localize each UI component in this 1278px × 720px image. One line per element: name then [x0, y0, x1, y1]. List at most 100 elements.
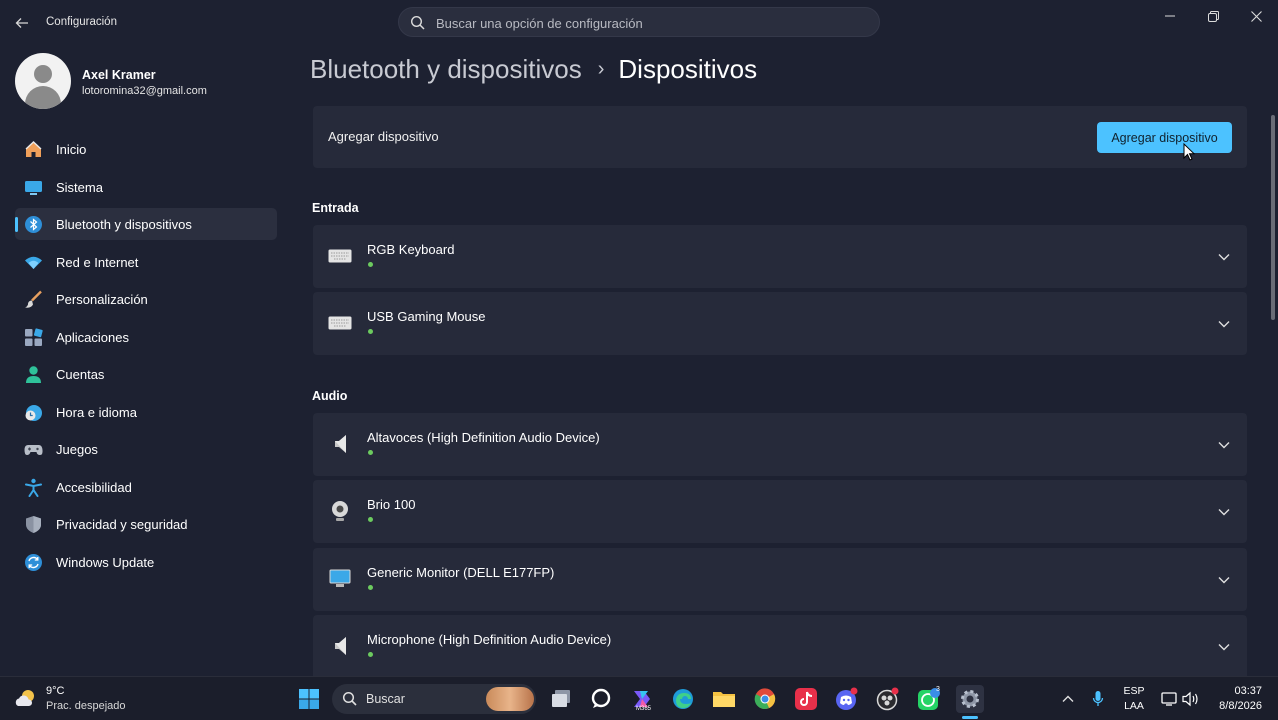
tiktok-button[interactable] — [792, 685, 820, 713]
search-highlight-image — [486, 687, 534, 711]
avatar — [15, 53, 71, 109]
gear-icon — [961, 690, 979, 708]
section-title-input: Entrada — [312, 201, 359, 215]
sidebar-item-red[interactable]: Red e Internet — [15, 246, 277, 278]
accessibility-icon — [24, 478, 43, 497]
device-row[interactable]: RGB Keyboard — [313, 225, 1247, 288]
monitor-icon — [24, 178, 43, 197]
sidebar-item-privacidad[interactable]: Privacidad y seguridad — [15, 508, 277, 540]
speaker-icon — [328, 635, 352, 657]
search-icon — [342, 691, 357, 706]
sidebar-item-bluetooth[interactable]: Bluetooth y dispositivos — [15, 208, 277, 240]
app-title: Configuración — [46, 16, 117, 28]
chrome-button[interactable] — [751, 685, 779, 713]
device-name: USB Gaming Mouse — [367, 309, 486, 324]
chevron-down-icon[interactable] — [1216, 639, 1232, 655]
clock-date: 8/8/2026 — [1219, 700, 1262, 712]
chevron-down-icon[interactable] — [1216, 572, 1232, 588]
keyboard-icon — [328, 245, 352, 267]
folder-icon — [713, 692, 735, 707]
sidebar-nav: Inicio Sistema Bluetooth y dispositivos … — [15, 133, 277, 583]
home-icon — [24, 140, 43, 159]
wifi-icon — [24, 253, 43, 272]
discord-icon — [836, 687, 858, 710]
webcam-icon — [328, 500, 352, 522]
chat-app-button[interactable] — [587, 685, 615, 713]
file-explorer-button[interactable] — [710, 685, 738, 713]
add-device-card: Agregar dispositivo Agregar dispositivo — [313, 106, 1247, 168]
chevron-down-icon[interactable] — [1216, 316, 1232, 332]
brush-icon — [24, 290, 43, 309]
sidebar-item-label: Personalización — [56, 292, 148, 307]
user-name: Axel Kramer — [82, 68, 156, 82]
device-row[interactable]: Generic Monitor (DELL E177FP) — [313, 548, 1247, 611]
sidebar-item-accesibilidad[interactable]: Accesibilidad — [15, 471, 277, 503]
chrome-icon — [754, 688, 776, 709]
settings-search-input[interactable]: Buscar una opción de configuración — [398, 7, 880, 37]
add-device-button[interactable]: Agregar dispositivo — [1097, 122, 1232, 153]
breadcrumb-parent-link[interactable]: Bluetooth y dispositivos — [310, 54, 582, 85]
status-connected-dot — [368, 585, 373, 590]
sidebar-item-label: Inicio — [56, 142, 87, 157]
obs-button[interactable] — [874, 685, 902, 713]
close-button[interactable] — [1236, 6, 1276, 26]
weather-description: Prac. despejado — [46, 700, 126, 712]
language-indicator[interactable]: ESP LAA — [1120, 685, 1148, 712]
add-device-label: Agregar dispositivo — [328, 129, 439, 144]
device-row[interactable]: Altavoces (High Definition Audio Device) — [313, 413, 1247, 476]
restore-button[interactable] — [1193, 6, 1233, 26]
language-code: ESP — [1123, 685, 1145, 697]
moon-cloud-icon — [15, 690, 34, 706]
chevron-down-icon[interactable] — [1216, 504, 1232, 520]
sidebar-item-label: Hora e idioma — [56, 404, 137, 420]
minimize-button[interactable] — [1150, 6, 1190, 26]
sidebar-item-juegos[interactable]: Juegos — [15, 433, 277, 465]
chat-bubble-icon — [591, 688, 611, 708]
taskbar-search[interactable]: Buscar — [332, 684, 536, 714]
status-connected-dot — [368, 262, 373, 267]
restore-icon — [1207, 10, 1219, 22]
edge-button[interactable] — [669, 685, 697, 713]
sidebar-item-hora[interactable]: Hora e idioma — [15, 396, 277, 428]
whatsapp-button[interactable]: 3 — [915, 685, 943, 713]
sidebar-item-aplicaciones[interactable]: Aplicaciones — [15, 321, 277, 353]
weather-temperature: 9°C — [46, 685, 65, 697]
sidebar-item-label: Windows Update — [56, 554, 155, 570]
status-connected-dot — [368, 652, 373, 657]
device-row[interactable]: Microphone (High Definition Audio Device… — [313, 615, 1247, 676]
status-connected-dot — [368, 329, 373, 334]
bluetooth-icon — [24, 215, 43, 234]
device-row[interactable]: Brio 100 — [313, 480, 1247, 543]
sidebar-item-windows-update[interactable]: Windows Update — [15, 546, 277, 578]
sidebar-item-label: Aplicaciones — [56, 329, 129, 345]
discord-button[interactable] — [833, 685, 861, 713]
sidebar-item-sistema[interactable]: Sistema — [15, 171, 277, 203]
chevron-down-icon[interactable] — [1216, 249, 1232, 265]
device-row[interactable]: USB Gaming Mouse — [313, 292, 1247, 355]
m365-button[interactable]: M365 — [628, 685, 656, 713]
obs-icon — [876, 687, 899, 711]
shield-icon — [24, 515, 43, 534]
scrollbar-thumb[interactable] — [1271, 115, 1275, 320]
taskbar-search-label: Buscar — [366, 692, 405, 706]
chevron-down-icon[interactable] — [1216, 437, 1232, 453]
back-button[interactable] — [10, 11, 34, 35]
sidebar-item-inicio[interactable]: Inicio — [15, 133, 277, 165]
settings-app-button[interactable] — [956, 685, 984, 713]
show-hidden-icons-button[interactable] — [1054, 685, 1082, 713]
search-placeholder: Buscar una opción de configuración — [436, 16, 643, 31]
clock-globe-icon — [24, 403, 43, 422]
sidebar-item-personalizacion[interactable]: Personalización — [15, 283, 277, 315]
chevron-up-icon — [1062, 695, 1074, 702]
status-connected-dot — [368, 517, 373, 522]
user-email: lotoromina32@gmail.com — [82, 85, 207, 97]
task-view-button[interactable] — [547, 685, 575, 713]
sidebar-item-label: Red e Internet — [56, 254, 139, 270]
status-connected-dot — [368, 450, 373, 455]
sidebar-item-cuentas[interactable]: Cuentas — [15, 358, 277, 390]
start-button[interactable] — [295, 685, 323, 713]
whatsapp-badge: 3 — [936, 686, 940, 693]
microphone-button[interactable] — [1084, 685, 1112, 713]
device-name: RGB Keyboard — [367, 242, 455, 257]
clock[interactable]: 03:37 8/8/2026 — [1196, 684, 1262, 714]
